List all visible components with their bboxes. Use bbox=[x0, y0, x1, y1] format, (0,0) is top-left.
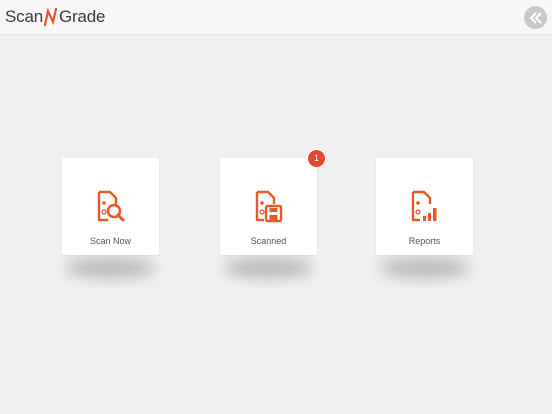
tile-label: Scan Now bbox=[89, 236, 132, 246]
collapse-button[interactable] bbox=[524, 6, 547, 29]
report-document-bar-chart-icon bbox=[411, 190, 437, 222]
double-chevron-left-icon bbox=[529, 11, 542, 24]
top-bar: Scan Grade bbox=[0, 0, 552, 35]
tile-shadow bbox=[380, 258, 469, 278]
tile-shadow bbox=[224, 258, 313, 278]
logo-n-mark-icon bbox=[43, 7, 58, 27]
scan-document-magnifier-icon bbox=[97, 190, 125, 222]
scanned-document-save-icon bbox=[255, 190, 283, 223]
app-logo: Scan Grade bbox=[5, 7, 105, 27]
tile-shadow bbox=[66, 258, 155, 278]
tile-label: Reports bbox=[408, 236, 441, 246]
logo-text-grade: Grade bbox=[58, 7, 106, 26]
logo-text-scan: Scan bbox=[5, 7, 43, 26]
scan-now-tile[interactable]: Scan Now bbox=[62, 158, 159, 278]
scanned-count-badge: 1 bbox=[308, 150, 325, 167]
tile-label: Scanned bbox=[250, 236, 287, 246]
scanned-tile[interactable]: Scanned 1 bbox=[220, 150, 325, 278]
reports-tile[interactable]: Reports bbox=[376, 158, 473, 278]
